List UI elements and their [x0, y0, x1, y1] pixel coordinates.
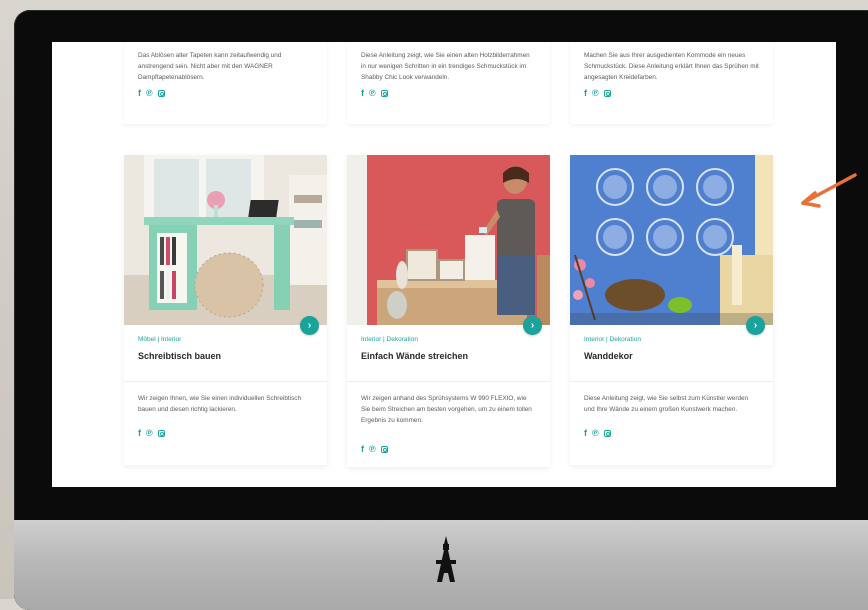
facebook-icon[interactable]: f	[138, 428, 141, 438]
divider	[347, 381, 550, 382]
article-card-wall-decor[interactable]: › Interior | Dekoration Wanddekor Diese …	[570, 155, 773, 465]
instagram-icon[interactable]	[157, 429, 165, 437]
open-article-button[interactable]: ›	[523, 316, 542, 335]
card-title[interactable]: Einfach Wände streichen	[361, 351, 468, 361]
card-category[interactable]: Möbel | Interior	[138, 336, 181, 343]
article-card-walls[interactable]: › Interior | Dekoration Einfach Wände st…	[347, 155, 550, 467]
pinterest-icon[interactable]: ℗	[146, 88, 153, 98]
instagram-icon[interactable]	[380, 445, 388, 453]
share-icons: f ℗	[124, 83, 327, 103]
card-description: Wir zeigen anhand des Sprühsystems W 990…	[361, 395, 532, 424]
open-article-button[interactable]: ›	[746, 316, 765, 335]
divider	[124, 381, 327, 382]
brand-logo-icon	[436, 536, 456, 582]
card-description: Diese Anleitung zeigt, wie Sie selbst zu…	[584, 395, 749, 413]
webpage-screen: Das Ablösen alter Tapeten kann zeitaufwe…	[52, 42, 836, 487]
instagram-icon[interactable]	[157, 89, 165, 97]
pinterest-icon[interactable]: ℗	[369, 88, 376, 98]
share-icons: f ℗	[347, 439, 402, 459]
open-article-button[interactable]: ›	[300, 316, 319, 335]
card-category[interactable]: Interior | Dekoration	[584, 336, 641, 343]
card-description: Wir zeigen Ihnen, wie Sie einen individu…	[138, 395, 302, 413]
instagram-icon[interactable]	[603, 89, 611, 97]
instagram-icon[interactable]	[380, 89, 388, 97]
card-title[interactable]: Schreibtisch bauen	[138, 351, 221, 361]
pointer-arrow-icon	[801, 173, 857, 208]
pinterest-icon[interactable]: ℗	[592, 428, 599, 438]
card-bottom-wallpaper: Das Ablösen alter Tapeten kann zeitaufwe…	[124, 42, 327, 124]
share-icons: f ℗	[570, 423, 625, 443]
card-category[interactable]: Interior | Dekoration	[361, 336, 418, 343]
pinterest-icon[interactable]: ℗	[369, 444, 376, 454]
facebook-icon[interactable]: f	[584, 428, 587, 438]
facebook-icon[interactable]: f	[584, 88, 587, 98]
pinterest-icon[interactable]: ℗	[146, 428, 153, 438]
woman-red-wall-photo	[347, 155, 550, 325]
facebook-icon[interactable]: f	[361, 444, 364, 454]
card-bottom-frame: Diese Anleitung zeigt, wie Sie einen alt…	[347, 42, 550, 124]
mint-green-desk-photo	[124, 155, 327, 325]
divider	[570, 381, 773, 382]
facebook-icon[interactable]: f	[361, 88, 364, 98]
share-icons: f ℗	[570, 83, 773, 103]
share-icons: f ℗	[124, 423, 179, 443]
blue-wall-stencil-photo	[570, 155, 773, 325]
card-title[interactable]: Wanddekor	[584, 351, 633, 361]
facebook-icon[interactable]: f	[138, 88, 141, 98]
pinterest-icon[interactable]: ℗	[592, 88, 599, 98]
card-description: Das Ablösen alter Tapeten kann zeitaufwe…	[138, 52, 282, 81]
share-icons: f ℗	[347, 83, 550, 103]
card-bottom-dresser: Machen Sie aus Ihrer ausgedienten Kommod…	[570, 42, 773, 124]
card-description: Machen Sie aus Ihrer ausgedienten Kommod…	[584, 52, 759, 81]
instagram-icon[interactable]	[603, 429, 611, 437]
article-card-desk[interactable]: › Möbel | Interior Schreibtisch bauen Wi…	[124, 155, 327, 465]
card-description: Diese Anleitung zeigt, wie Sie einen alt…	[361, 52, 530, 81]
